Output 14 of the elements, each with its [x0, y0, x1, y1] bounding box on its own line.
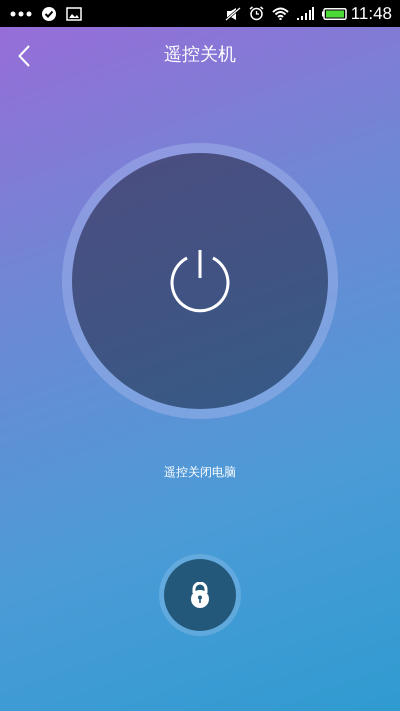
- lock-button[interactable]: [164, 559, 236, 631]
- wifi-icon: [272, 7, 289, 20]
- check-icon: [42, 6, 56, 20]
- lock-icon: [190, 582, 210, 608]
- battery-icon: [322, 8, 347, 20]
- more-icon: [10, 10, 32, 16]
- image-icon: [66, 6, 82, 20]
- signal-icon: [296, 7, 314, 20]
- mute-icon: [224, 6, 241, 20]
- alarm-icon: [248, 6, 264, 21]
- power-caption: 遥控关闭电脑: [164, 464, 236, 481]
- back-icon: [18, 45, 30, 67]
- page-title: 遥控关机: [164, 43, 236, 66]
- status-time: 11:48: [350, 4, 392, 24]
